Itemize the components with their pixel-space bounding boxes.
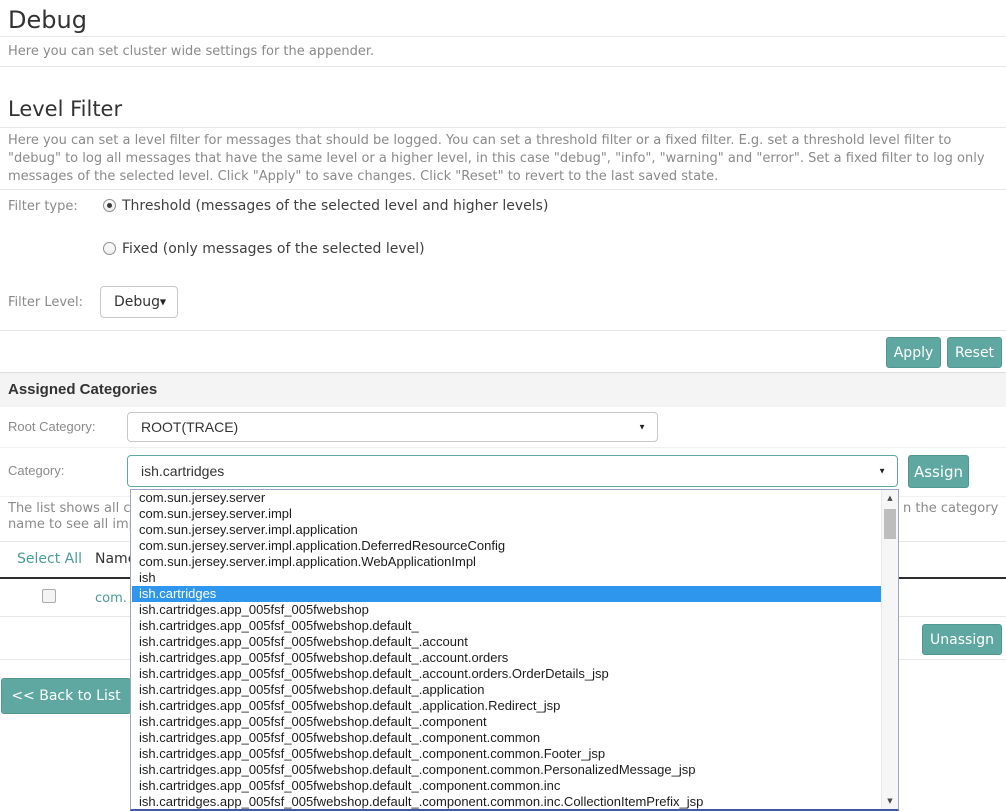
chevron-down-icon: ▼ bbox=[638, 423, 646, 432]
divider bbox=[0, 127, 1006, 128]
divider bbox=[0, 189, 1006, 190]
filter-level-label: Filter Level: bbox=[8, 295, 83, 310]
root-category-select[interactable]: ROOT(TRACE) ▼ bbox=[127, 412, 658, 442]
row-checkbox[interactable] bbox=[42, 589, 56, 603]
level-filter-description: Here you can set a level filter for mess… bbox=[8, 132, 1000, 186]
filter-type-label: Filter type: bbox=[8, 199, 78, 214]
back-to-list-button[interactable]: << Back to List bbox=[1, 678, 131, 714]
filter-type-fixed-radio[interactable] bbox=[103, 242, 116, 255]
reset-button[interactable]: Reset bbox=[947, 337, 1002, 368]
scrollbar-thumb[interactable] bbox=[884, 509, 896, 539]
category-option[interactable]: com.sun.jersey.server.impl.application.D… bbox=[132, 538, 881, 554]
assign-button[interactable]: Assign bbox=[908, 455, 969, 488]
category-option[interactable]: com.sun.jersey.server.impl.application.W… bbox=[132, 554, 881, 570]
filter-type-threshold-radio[interactable] bbox=[103, 199, 116, 212]
category-list-hint-line1-right: n the category bbox=[903, 501, 998, 516]
level-filter-heading: Level Filter bbox=[8, 96, 122, 122]
scroll-up-icon[interactable]: ▲ bbox=[882, 490, 898, 506]
category-option[interactable]: com.sun.jersey.server.impl bbox=[132, 506, 881, 522]
category-option[interactable]: ish.cartridges.app_005fsf_005fwebshop.de… bbox=[132, 650, 881, 666]
filter-level-value: Debug bbox=[114, 294, 160, 310]
page-title: Debug bbox=[8, 5, 87, 35]
unassign-button[interactable]: Unassign bbox=[922, 624, 1002, 655]
category-option[interactable]: ish.cartridges.app_005fsf_005fwebshop.de… bbox=[132, 666, 881, 682]
dropdown-scrollbar[interactable]: ▲ ▼ bbox=[881, 490, 898, 809]
scroll-down-icon[interactable]: ▼ bbox=[882, 793, 898, 809]
category-option[interactable]: ish.cartridges.app_005fsf_005fwebshop.de… bbox=[132, 618, 881, 634]
category-option[interactable]: ish.cartridges.app_005fsf_005fwebshop.de… bbox=[132, 778, 881, 794]
category-option[interactable]: ish bbox=[132, 570, 881, 586]
category-dropdown: com.sun.jersey.servercom.sun.jersey.serv… bbox=[130, 489, 899, 811]
root-category-label: Root Category: bbox=[8, 419, 95, 434]
category-option[interactable]: ish.cartridges.app_005fsf_005fwebshop.de… bbox=[132, 762, 881, 778]
assigned-categories-header: Assigned Categories bbox=[0, 373, 1006, 407]
debug-settings-page: Debug Here you can set cluster wide sett… bbox=[0, 0, 1006, 811]
category-option[interactable]: ish.cartridges.app_005fsf_005fwebshop.de… bbox=[132, 730, 881, 746]
category-option[interactable]: com.sun.jersey.server.impl.application bbox=[132, 522, 881, 538]
assigned-categories-heading: Assigned Categories bbox=[8, 381, 157, 398]
category-value: ish.cartridges bbox=[141, 463, 224, 479]
category-option[interactable]: com.sun.jersey.server bbox=[132, 490, 881, 506]
category-dropdown-list: com.sun.jersey.servercom.sun.jersey.serv… bbox=[132, 490, 881, 809]
category-option[interactable]: ish.cartridges bbox=[132, 586, 881, 602]
category-select[interactable]: ish.cartridges ▼ bbox=[127, 455, 898, 487]
category-row-link[interactable]: com. bbox=[95, 591, 129, 606]
root-category-value: ROOT(TRACE) bbox=[141, 419, 238, 435]
divider bbox=[0, 330, 1006, 331]
category-option[interactable]: ish.cartridges.app_005fsf_005fwebshop.de… bbox=[132, 698, 881, 714]
filter-level-select[interactable]: Debug ▼ bbox=[100, 286, 178, 318]
filter-type-threshold-label: Threshold (messages of the selected leve… bbox=[122, 198, 548, 214]
category-option[interactable]: ish.cartridges.app_005fsf_005fwebshop.de… bbox=[132, 794, 881, 809]
divider bbox=[0, 447, 1006, 448]
chevron-down-icon: ▼ bbox=[878, 467, 886, 476]
divider bbox=[0, 36, 1006, 37]
page-subtitle: Here you can set cluster wide settings f… bbox=[8, 44, 374, 59]
select-all-link[interactable]: Select All bbox=[17, 551, 82, 567]
category-option[interactable]: ish.cartridges.app_005fsf_005fwebshop.de… bbox=[132, 634, 881, 650]
divider bbox=[0, 66, 1006, 67]
chevron-down-icon: ▼ bbox=[160, 298, 166, 307]
filter-type-fixed-label: Fixed (only messages of the selected lev… bbox=[122, 241, 425, 257]
category-option[interactable]: ish.cartridges.app_005fsf_005fwebshop bbox=[132, 602, 881, 618]
category-list-hint-line1: The list shows all categories bbox=[8, 501, 131, 516]
category-option[interactable]: ish.cartridges.app_005fsf_005fwebshop.de… bbox=[132, 682, 881, 698]
category-option[interactable]: ish.cartridges.app_005fsf_005fwebshop.de… bbox=[132, 746, 881, 762]
apply-button[interactable]: Apply bbox=[886, 337, 941, 368]
category-option[interactable]: ish.cartridges.app_005fsf_005fwebshop.de… bbox=[132, 714, 881, 730]
category-list-hint-line2: name to see all implied bbox=[8, 517, 131, 532]
category-label: Category: bbox=[8, 463, 64, 478]
